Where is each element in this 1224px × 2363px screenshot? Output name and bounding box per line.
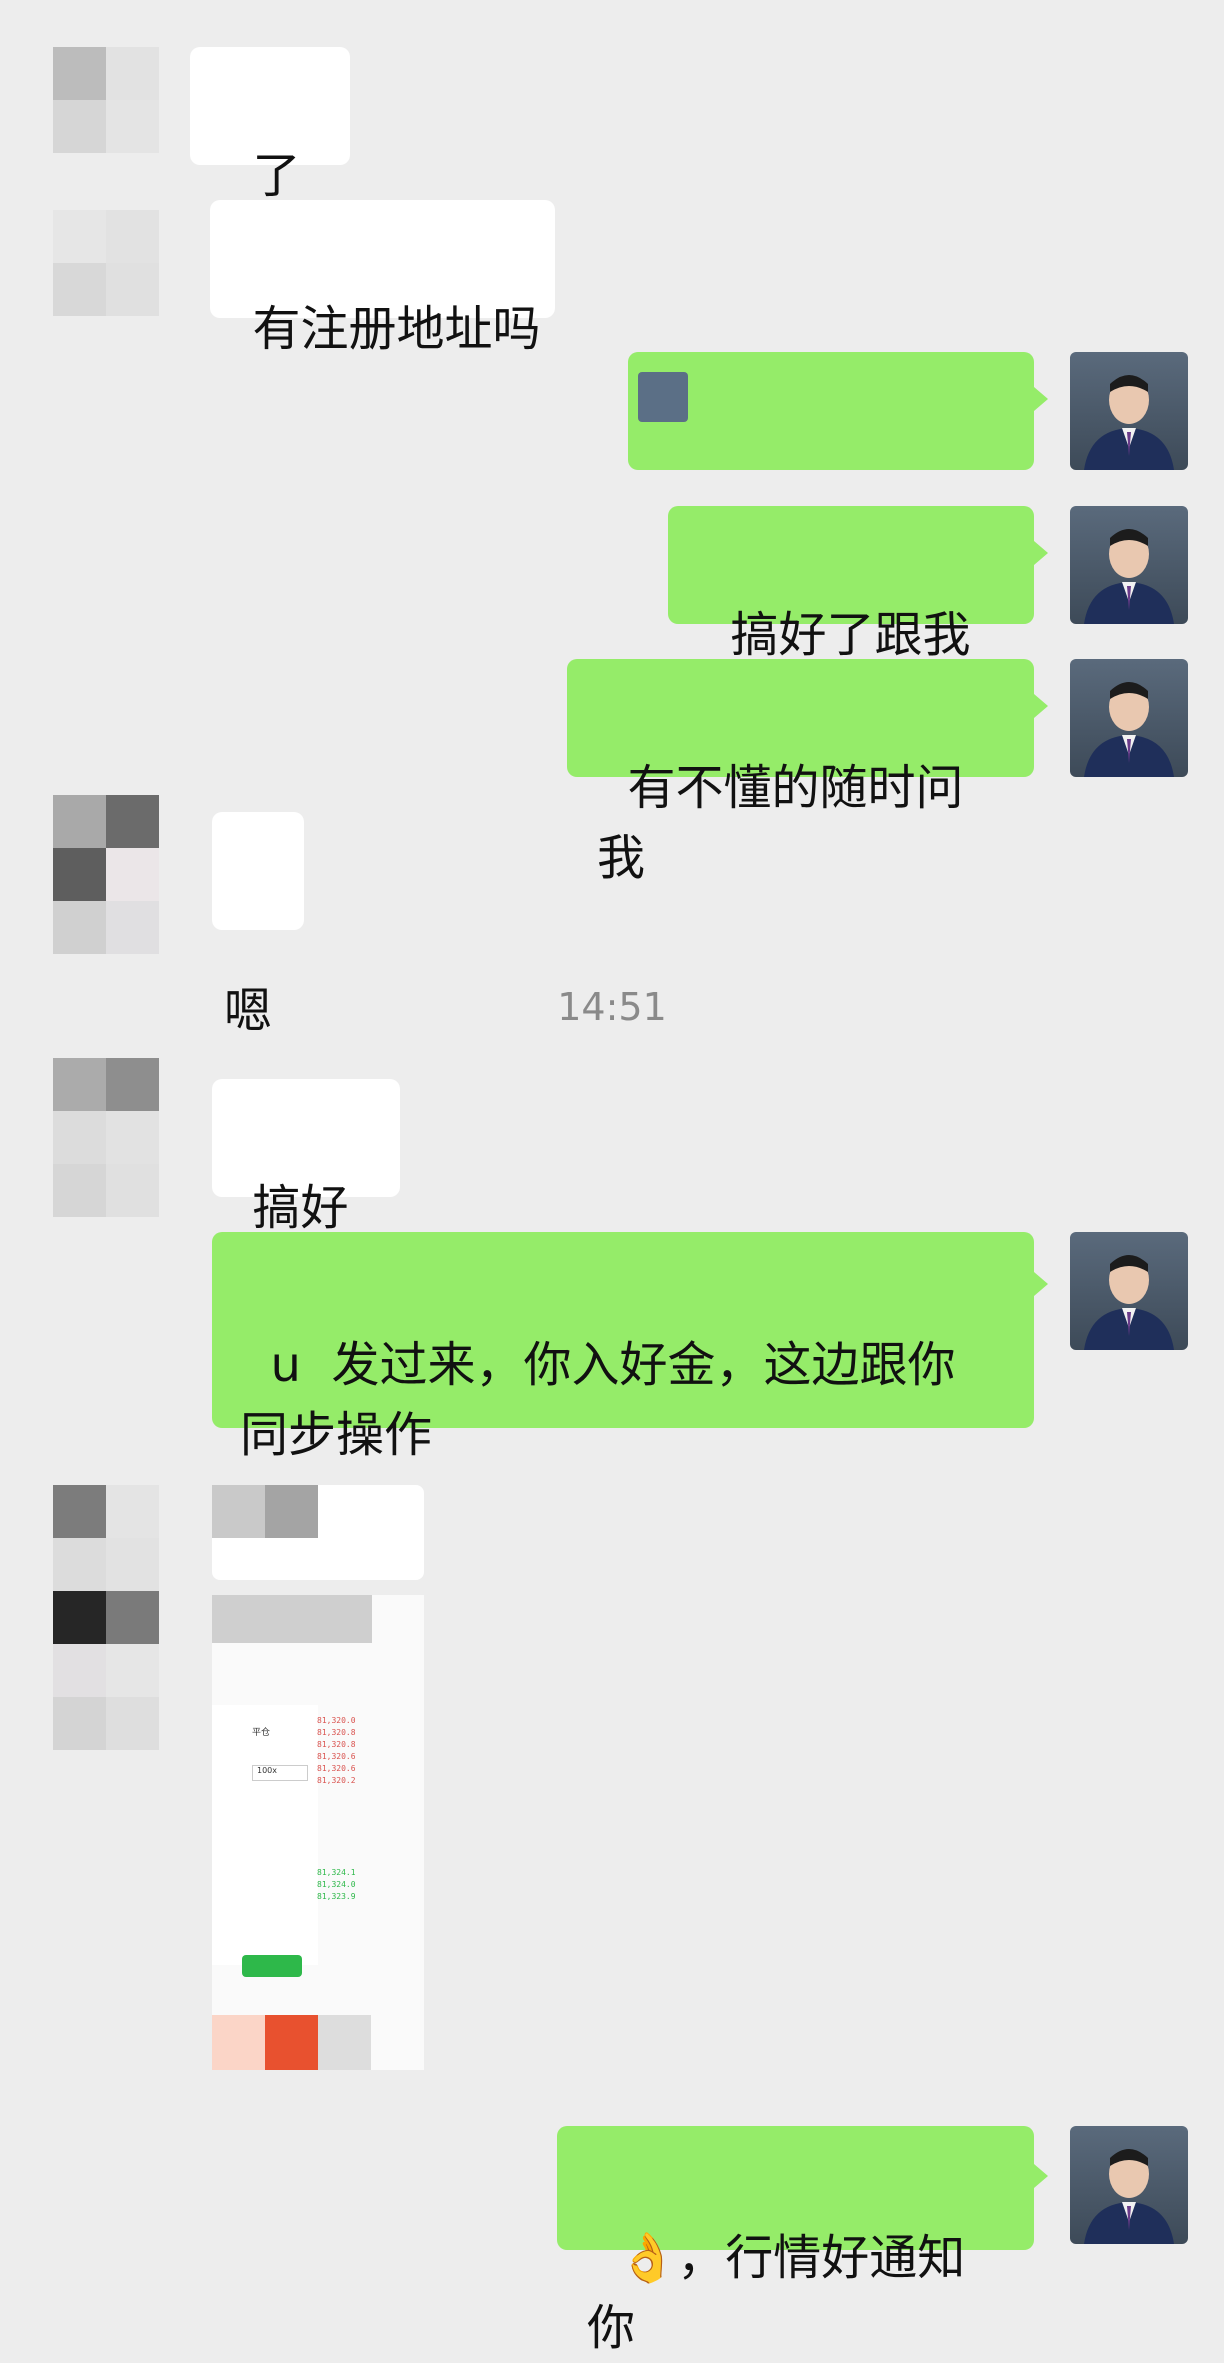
contact-avatar[interactable] xyxy=(53,1058,159,1217)
orderbook-prices: 81,320.0 81,320.8 81,320.8 81,320.6 81,3… xyxy=(317,1715,377,1903)
bubble-tail xyxy=(1034,387,1048,411)
person-icon xyxy=(1084,375,1174,470)
message-bubble[interactable]: 嗯 xyxy=(212,812,304,1039)
price-level: 81,320.8 xyxy=(317,1728,356,1737)
chat-timestamp: 14:51 xyxy=(557,985,667,1029)
my-avatar[interactable] xyxy=(1070,1232,1188,1350)
message-bubble[interactable]: 👌，行情好通知你 xyxy=(557,2126,1034,2356)
price-level: 81,320.8 xyxy=(317,1740,356,1749)
message-text: 👌，行情好通知你 xyxy=(587,2230,966,2356)
message-bubble[interactable]: 搞好了 xyxy=(212,1079,400,1306)
message-bubble-redacted[interactable] xyxy=(628,352,1034,470)
message-text: 有注册地址吗 xyxy=(252,301,541,357)
redacted-block xyxy=(212,1485,424,1580)
buy-button xyxy=(242,1955,302,1977)
contact-avatar[interactable] xyxy=(53,47,159,153)
message-bubble[interactable]: 有不懂的随时问我 xyxy=(567,659,1034,886)
my-avatar[interactable] xyxy=(1070,352,1188,470)
message-bubble[interactable]: 有注册地址吗 xyxy=(210,200,555,357)
message-bubble[interactable]: 搞好了跟我说 xyxy=(668,506,1034,733)
person-icon xyxy=(1084,1255,1174,1350)
person-icon xyxy=(1084,529,1174,624)
price-level: 81,324.0 xyxy=(317,1880,356,1889)
order-panel: 平仓 100x xyxy=(212,1705,318,1965)
bubble-tail xyxy=(1034,541,1048,565)
person-icon xyxy=(1084,2149,1174,2244)
contact-avatar[interactable] xyxy=(53,1485,159,1750)
message-bubble[interactable]: u 发过来，你入好金，这边跟你 同步操作 xyxy=(212,1232,1034,1463)
image-redacted-top xyxy=(212,1595,372,1643)
my-avatar[interactable] xyxy=(1070,506,1188,624)
bubble-tail xyxy=(1034,2164,1048,2188)
price-level: 81,320.6 xyxy=(317,1764,356,1773)
contact-avatar[interactable] xyxy=(53,795,159,954)
color-block xyxy=(265,2015,318,2070)
bubble-tail xyxy=(1034,694,1048,718)
message-text: u 发过来，你入好金，这边跟你 同步操作 xyxy=(240,1337,956,1463)
price-level: 81,324.1 xyxy=(317,1868,356,1877)
color-block xyxy=(318,2015,371,2070)
message-text: 有不懂的随时问我 xyxy=(597,760,964,886)
my-avatar[interactable] xyxy=(1070,2126,1188,2244)
message-bubble[interactable]: 了解 xyxy=(190,47,350,274)
price-level: 81,320.6 xyxy=(317,1752,356,1761)
redacted-content xyxy=(638,372,688,422)
leverage-select: 100x xyxy=(252,1765,308,1781)
image-message-trading-screenshot[interactable]: 平仓 100x 81,320.0 81,320.8 81,320.8 81,32… xyxy=(212,1595,424,2070)
price-level: 81,320.0 xyxy=(317,1716,356,1725)
bubble-tail xyxy=(1034,1272,1048,1296)
price-level: 81,323.9 xyxy=(317,1892,356,1901)
my-avatar[interactable] xyxy=(1070,659,1188,777)
close-position-tab: 平仓 xyxy=(252,1728,271,1738)
person-icon xyxy=(1084,682,1174,777)
color-block xyxy=(212,2015,265,2070)
contact-avatar[interactable] xyxy=(53,210,159,316)
price-level: 81,320.2 xyxy=(317,1776,356,1785)
